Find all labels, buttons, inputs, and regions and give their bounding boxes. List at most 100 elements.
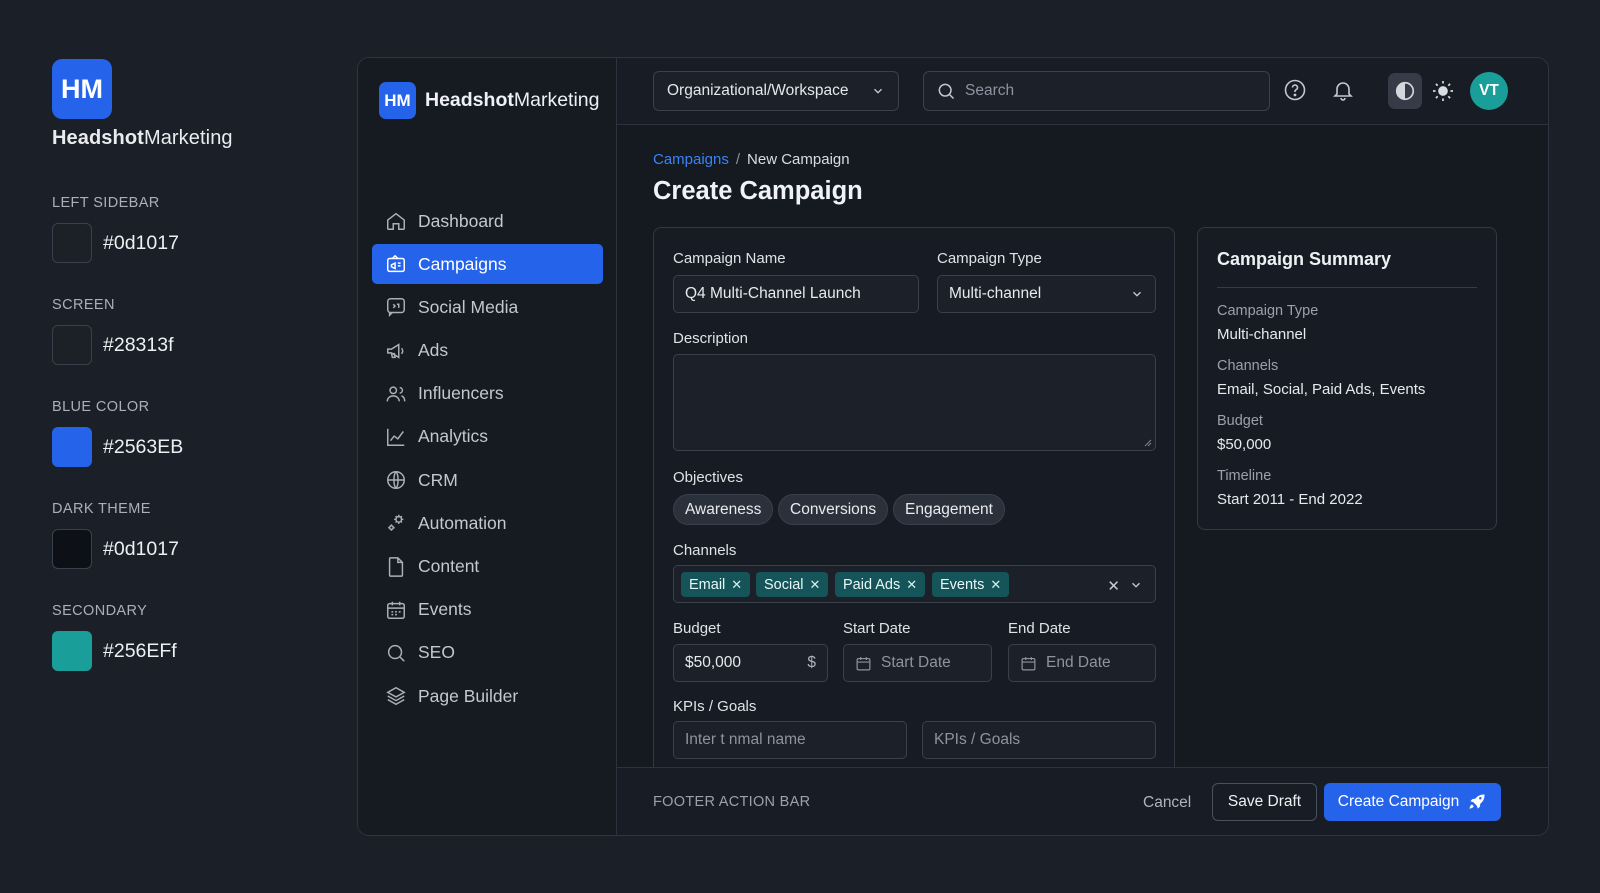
close-icon[interactable]: ✕ [731,577,742,593]
channel-chip-paid-ads: Paid Ads ✕ [835,572,926,597]
swatch-hex: #28313f [103,333,174,356]
sidebar-item-label: Content [418,556,480,576]
sidebar-item-campaigns[interactable]: Campaigns [372,244,603,285]
swatch-hex: #2563EB [103,435,184,458]
objective-pill-engagement[interactable]: Engagement [893,494,1005,525]
swatch-color-box [52,223,92,263]
swatch-left-sidebar: LEFT SIDEBAR #0d1017 [52,195,179,263]
swatch-label: SECONDARY [52,603,148,619]
kpis-label: KPIs / Goals [673,698,757,715]
user-avatar[interactable]: VT [1470,72,1508,110]
sidebar-item-social-media[interactable]: Social Media [372,287,603,327]
style-guide: HM HeadshotMarketing [52,59,312,150]
start-date-label: Start Date [843,620,911,637]
sidebar-item-label: Campaigns [418,253,507,274]
calendar-icon [855,655,872,672]
rocket-icon [1467,792,1487,812]
swatch-color-box [52,325,92,365]
end-date-label: End Date [1008,620,1071,637]
sidebar-item-label: Influencers [418,383,504,404]
sidebar-item-seo[interactable]: SEO [372,633,603,673]
kpi-name-field[interactable]: Inter t nmal name [673,721,907,759]
summary-label-budget: Budget [1217,413,1263,429]
sidebar-item-analytics[interactable]: Analytics [372,417,603,457]
main-content: Campaigns / New Campaign Create Campaign… [617,125,1548,767]
sidebar-logo: HM [379,82,416,119]
breadcrumb: Campaigns / New Campaign [653,151,850,168]
sidebar-item-dashboard[interactable]: Dashboard [372,201,603,241]
campaign-type-label: Campaign Type [937,250,1042,267]
page-title: Create Campaign [653,177,863,205]
layers-icon [385,685,407,707]
chat-icon [385,296,407,318]
search-box[interactable] [923,71,1270,111]
swatch-blue-color: BLUE COLOR #2563EB [52,399,183,467]
sun-icon[interactable] [1431,79,1455,103]
channels-multiselect[interactable]: Email ✕ Social ✕ Paid Ads ✕ Events ✕ ✕ [673,565,1156,603]
create-campaign-button[interactable]: Create Campaign [1324,783,1501,821]
bell-icon[interactable] [1331,78,1355,102]
summary-value-timeline: Start 2011 - End 2022 [1217,491,1363,508]
sidebar-item-label: SEO [418,642,455,663]
guide-brand-name: HeadshotMarketing [52,127,233,149]
close-icon[interactable]: ✕ [810,577,821,593]
sidebar-item-label: CRM [418,469,458,490]
workspace-select[interactable]: Organizational/Workspace [653,71,899,111]
budget-field[interactable]: $50,000 $ [673,644,828,682]
breadcrumb-current: New Campaign [747,151,850,168]
sidebar-item-content[interactable]: Content [372,547,603,587]
channel-chip-email: Email ✕ [681,572,751,597]
campaign-name-label: Campaign Name [673,250,786,267]
sidebar-item-page-builder[interactable]: Page Builder [372,676,603,716]
resize-handle-icon[interactable] [1144,439,1152,447]
sidebar-item-influencers[interactable]: Influencers [372,374,603,414]
search-icon [936,81,956,101]
campaign-form-card: Campaign Name Q4 Multi-Channel Launch Ca… [653,227,1175,767]
cancel-button[interactable]: Cancel [1143,794,1191,812]
app-window: HM HeadshotMarketing Dashboard Campaigns… [357,57,1549,836]
contrast-icon [1394,80,1416,102]
calendar-icon [385,599,407,621]
breadcrumb-separator: / [735,151,741,168]
objective-pill-conversions[interactable]: Conversions [778,494,889,525]
channel-chip-social: Social ✕ [756,572,829,597]
help-icon[interactable] [1283,78,1307,102]
swatch-hex: #0d1017 [103,231,179,254]
users-icon [385,383,407,405]
kpi-name-placeholder: Inter t nmal name [685,731,806,748]
sidebar-item-crm[interactable]: CRM [372,460,603,500]
left-sidebar: HM HeadshotMarketing Dashboard Campaigns… [358,58,617,835]
end-date-field[interactable]: End Date [1008,644,1156,682]
close-icon[interactable]: ✕ [990,577,1001,593]
save-draft-button[interactable]: Save Draft [1212,783,1317,821]
campaign-type-select[interactable]: Multi-channel [937,275,1156,313]
sidebar-item-events[interactable]: Events [372,590,603,630]
create-campaign-label: Create Campaign [1337,793,1460,810]
objective-pill-awareness[interactable]: Awareness [673,494,774,525]
sidebar-item-automation[interactable]: Automation [372,503,603,543]
chevron-down-icon[interactable] [1129,578,1143,592]
search-input[interactable] [965,82,1245,100]
clear-all-icon[interactable]: ✕ [1107,577,1120,595]
sidebar-brand[interactable]: HM HeadshotMarketing [379,82,599,119]
close-icon[interactable]: ✕ [906,577,917,593]
summary-label-channels: Channels [1217,358,1279,374]
dark-mode-toggle[interactable] [1388,73,1422,109]
summary-value-type: Multi-channel [1217,326,1307,343]
chip-label: Social [764,576,804,593]
sidebar-item-label: Events [418,599,472,620]
sidebar-item-ads[interactable]: Ads [372,331,603,371]
chevron-down-icon [1130,287,1144,301]
breadcrumb-link-campaigns[interactable]: Campaigns [653,151,729,168]
description-textarea[interactable] [673,354,1156,451]
start-date-field[interactable]: Start Date [843,644,992,682]
campaign-name-field[interactable]: Q4 Multi-Channel Launch [673,275,919,313]
summary-label-type: Campaign Type [1217,303,1319,319]
swatch-hex: #256EFf [103,639,177,662]
kpi-goal-field[interactable]: KPIs / Goals [922,721,1156,759]
footer-label: FOOTER ACTION BAR [653,794,811,810]
campaign-name-value: Q4 Multi-Channel Launch [685,285,861,302]
swatch-dark-theme: DARK THEME #0d1017 [52,501,179,569]
swatch-label: LEFT SIDEBAR [52,195,160,211]
swatch-label: DARK THEME [52,501,151,517]
